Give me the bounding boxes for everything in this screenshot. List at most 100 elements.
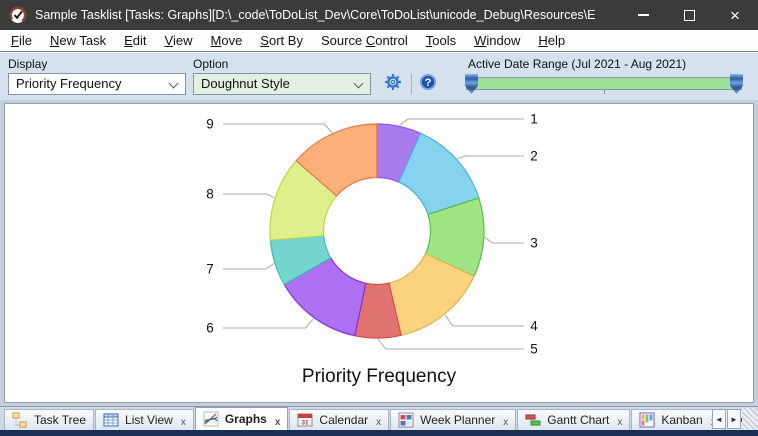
chevron-down-icon: [169, 79, 179, 89]
segment-label: 2: [530, 149, 538, 164]
task-tree-icon: [12, 412, 28, 428]
resize-grip[interactable]: [742, 408, 758, 430]
menu-edit[interactable]: Edit: [115, 30, 155, 52]
svg-text:?: ?: [425, 77, 432, 89]
menu-new-task[interactable]: New Task: [41, 30, 115, 52]
maximize-button[interactable]: [666, 0, 712, 30]
tab-close-icon[interactable]: x: [617, 418, 622, 430]
slider-handle-start[interactable]: [465, 74, 478, 94]
app-logo-icon: [9, 6, 27, 24]
menu-tools[interactable]: Tools: [417, 30, 465, 52]
display-combobox-value: Priority Frequency: [16, 76, 121, 91]
tab-gantt-chart[interactable]: Gantt Chart x: [517, 409, 630, 430]
tab-label: Calendar: [319, 413, 368, 427]
titlebar: Sample Tasklist [Tasks: Graphs][D:\_code…: [0, 0, 758, 30]
arrow-right-icon: ►: [730, 415, 738, 424]
tab-scroll-left-button[interactable]: ◄: [712, 409, 726, 429]
segment-label: 3: [530, 236, 538, 251]
menu-move[interactable]: Move: [201, 30, 251, 52]
tabbar-tabs: Task TreeList ViewxGraphsx31CalendarxWee…: [4, 407, 758, 430]
tab-label: Gantt Chart: [547, 413, 609, 427]
segment-callout-line: [223, 194, 274, 198]
option-combobox-value: Doughnut Style: [201, 76, 290, 91]
slider-handle-end[interactable]: [730, 74, 743, 94]
maximize-icon: [684, 10, 695, 21]
app-window: Sample Tasklist [Tasks: Graphs][D:\_code…: [0, 0, 758, 436]
chart-panel: 1 2 3 4 5 6 7 8 9 Priority Frequency: [0, 100, 758, 406]
segment-callout-line: [445, 315, 524, 326]
tab-label: Week Planner: [420, 413, 495, 427]
tab-scroll-buttons: ◄ ►: [711, 409, 741, 429]
menu-source-control[interactable]: Source Control: [312, 30, 417, 52]
status-strip: [0, 430, 758, 436]
segment-label: 1: [530, 112, 538, 127]
graphs-icon: [203, 411, 219, 427]
tab-kanban[interactable]: Kanbanx: [631, 409, 723, 430]
gantt-chart-icon: [525, 412, 541, 428]
segment-callout-line: [485, 238, 524, 243]
menubar: FileNew TaskEditViewMoveSort BySource Co…: [0, 30, 758, 52]
menu-window[interactable]: Window: [465, 30, 529, 52]
chart-canvas: 1 2 3 4 5 6 7 8 9 Priority Frequency: [4, 103, 754, 403]
help-icon: ?: [419, 73, 437, 96]
tab-label: List View: [125, 413, 173, 427]
segment-label: 5: [530, 342, 538, 357]
segment-label: 4: [530, 319, 538, 334]
gear-icon: [384, 73, 402, 96]
close-icon: ×: [730, 7, 740, 24]
kanban-icon: [639, 412, 655, 428]
menu-file[interactable]: File: [2, 30, 41, 52]
window-controls: ×: [620, 0, 758, 30]
tab-close-icon[interactable]: x: [275, 418, 281, 430]
tab-close-icon[interactable]: x: [503, 418, 508, 430]
arrow-left-icon: ◄: [715, 415, 723, 424]
menu-sort-by[interactable]: Sort By: [251, 30, 312, 52]
slider-center-tick: [604, 90, 605, 94]
window-title: Sample Tasklist [Tasks: Graphs][D:\_code…: [35, 8, 595, 22]
chevron-down-icon: [354, 79, 364, 89]
segment-callout-line: [223, 264, 274, 270]
tabbar: Task TreeList ViewxGraphsx31CalendarxWee…: [0, 406, 758, 430]
tab-scroll-right-button[interactable]: ►: [727, 409, 741, 429]
segment-callout-line: [457, 156, 524, 159]
option-label: Option: [193, 57, 228, 71]
calendar-icon: 31: [297, 412, 313, 428]
segment-label: 8: [206, 187, 214, 202]
tab-label: Graphs: [225, 412, 267, 426]
segment-label: 6: [206, 321, 214, 336]
segment-label: 7: [206, 262, 214, 277]
doughnut-chart: 1 2 3 4 5 6 7 8 9: [5, 104, 753, 401]
display-combobox[interactable]: Priority Frequency: [8, 73, 186, 95]
tab-close-icon[interactable]: x: [376, 418, 381, 430]
menu-help[interactable]: Help: [529, 30, 574, 52]
preferences-button[interactable]: [381, 72, 405, 96]
minimize-icon: [638, 14, 649, 16]
tab-list-view[interactable]: List View x: [95, 409, 194, 430]
tab-week-planner[interactable]: Week Planner x: [390, 409, 516, 430]
option-combobox[interactable]: Doughnut Style: [193, 73, 371, 95]
help-button[interactable]: ?: [416, 72, 440, 96]
chart-title: Priority Frequency: [5, 366, 753, 388]
segment-callout-line: [378, 339, 524, 349]
close-button[interactable]: ×: [712, 0, 758, 30]
tab-close-icon[interactable]: x: [181, 418, 186, 430]
menu-view[interactable]: View: [156, 30, 202, 52]
date-range-label: Active Date Range (Jul 2021 - Aug 2021): [468, 57, 686, 71]
minimize-button[interactable]: [620, 0, 666, 30]
display-label: Display: [8, 57, 47, 71]
week-planner-icon: [398, 412, 414, 428]
segment-callout-line: [400, 119, 525, 125]
segment-callout-line: [223, 318, 314, 328]
toolbar: Display Priority Frequency Option Doughn…: [0, 53, 758, 100]
tab-task-tree[interactable]: Task Tree: [4, 409, 94, 430]
tab-graphs[interactable]: Graphsx: [195, 407, 289, 430]
svg-text:31: 31: [302, 420, 310, 427]
list-view-icon: [103, 412, 119, 428]
date-range-slider[interactable]: [466, 77, 742, 90]
segment-label: 9: [206, 117, 214, 132]
segment-callout-line: [223, 124, 332, 133]
toolbar-separator: [411, 74, 412, 94]
tab-label: Kanban: [661, 413, 702, 427]
tab-label: Task Tree: [34, 413, 86, 427]
tab-calendar[interactable]: 31 Calendar x: [289, 409, 389, 430]
